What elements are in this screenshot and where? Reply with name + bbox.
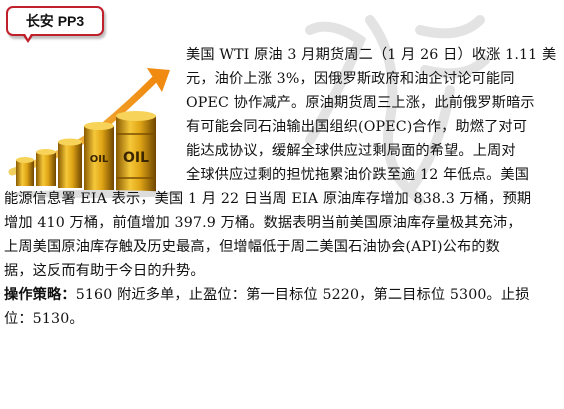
strategy-text: 5160 附近多单，止盈位：第一目标位 5220，第二目标位 5300。止损	[75, 287, 530, 303]
article-line: OPEC 协作减产。原油期货周三上涨，此前俄罗斯暗示	[186, 95, 535, 111]
article-line: 能源信息署 EIA 表示，美国 1 月 22 日当周 EIA 原油库存增加 83…	[4, 191, 532, 207]
article-line: 美国 WTI 原油 3 月期货周二（1 月 26 日）收涨 1.11 美	[186, 47, 557, 63]
article-line: 能达成协议，缓解全球供应过剩局面的希望。上周对	[186, 143, 516, 159]
tag-label: 长安 PP3	[25, 13, 85, 29]
strategy-label: 操作策略：	[4, 287, 76, 303]
article-line: 据，这反而有助于今日的升势。	[4, 263, 205, 279]
article-line: 增加 410 万桶，前值增加 397.9 万桶。数据表明当前美国原油库存量极其充…	[4, 215, 522, 231]
svg-text:OIL: OIL	[90, 154, 109, 165]
article-line: 上周美国原油库存触及历史最高，但增幅低于周二美国石油协会(API)公布的数	[4, 239, 501, 255]
section-tag: 长安 PP3	[6, 6, 104, 43]
barrels: OIL OIL	[16, 111, 156, 194]
oil-barrels-rising-arrow-icon: OIL OIL	[8, 68, 178, 198]
tag-pointer	[22, 32, 34, 43]
article-line: 元，油价上涨 3%，因俄罗斯政府和油企讨论可能同	[186, 71, 515, 87]
article-line: 有可能会同石油输出国组织(OPEC)合作，助燃了对可	[186, 119, 528, 135]
strategy-text-continued: 位：5130。	[4, 311, 84, 327]
svg-text:OIL: OIL	[123, 150, 149, 166]
article-line: 全球供应过剩的担忧拖累油价跌至逾 12 年低点。美国	[186, 167, 530, 183]
